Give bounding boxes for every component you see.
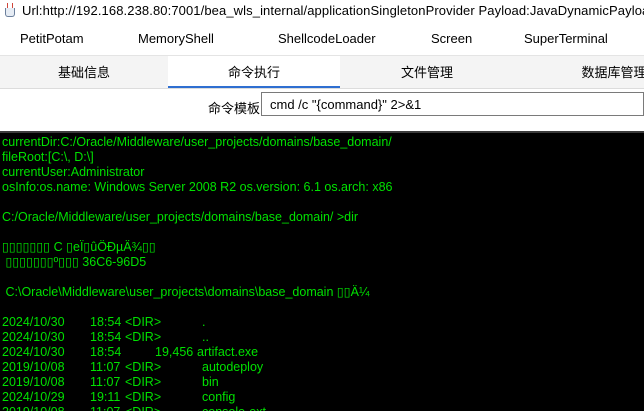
dir-entry-name: config	[202, 390, 236, 404]
dir-entry-date: 2019/10/08	[2, 375, 65, 389]
tab-label: 数据库管理	[581, 64, 644, 80]
dir-entry-row: 2019/10/08 11:07 <DIR> autodeploy	[0, 360, 644, 375]
dir-entry-date: 2019/10/08	[2, 405, 65, 411]
dir-entry-row: 2024/10/30 18:54 <DIR>..	[0, 330, 644, 345]
dir-entry-time: 11:07	[90, 360, 121, 374]
dir-entry-time: 18:54	[90, 315, 122, 329]
dir-entry-name: artifact.exe	[197, 345, 259, 359]
coffee-cup-icon	[2, 3, 16, 17]
tab-file-manager[interactable]: 文件管理	[340, 56, 514, 86]
dir-entry-date: 2024/10/30	[2, 330, 65, 344]
dir-entry-name: console-ext	[202, 405, 266, 411]
dir-entry-type: <DIR>	[125, 405, 161, 411]
console-output[interactable]: currentDir:C:/Oracle/Middleware/user_pro…	[0, 131, 644, 411]
dir-entry-type: <DIR>	[125, 330, 162, 344]
dir-entry-time: 11:07	[90, 375, 121, 389]
dir-entry-type: <DIR>	[125, 315, 162, 329]
main-tab-bar: 基础信息 命令执行 文件管理 数据库管理	[0, 55, 644, 89]
command-template-label: 命令模板	[208, 101, 261, 116]
console-line: ▯▯▯▯▯▯▯ C ▯eÏ▯ûÖÐµÄ¾▯▯	[2, 240, 156, 254]
menu-item-petitpotam[interactable]: PetitPotam	[20, 31, 84, 46]
dir-entry-type: <DIR>	[125, 390, 162, 404]
console-line: osInfo:os.name: Windows Server 2008 R2 o…	[2, 180, 393, 194]
menu-item-superterminal[interactable]: SuperTerminal	[524, 31, 608, 46]
dir-entry-date: 2024/10/30	[2, 345, 65, 359]
window-title: Url:http://192.168.238.80:7001/bea_wls_i…	[22, 2, 644, 18]
dir-entry-time: 18:54	[90, 345, 122, 359]
tab-basic-info[interactable]: 基础信息	[0, 56, 168, 86]
dir-entry-size: 19,456	[155, 345, 194, 359]
tab-label: 基础信息	[57, 64, 110, 80]
dir-entry-name: bin	[202, 375, 219, 389]
dir-entry-date: 2019/10/08	[2, 360, 65, 374]
dir-entry-time: 19:11	[90, 390, 121, 404]
console-line: ▯▯▯▯▯▯▯º▯▯▯ 36C6-96D5	[2, 255, 147, 269]
dir-entry-type: <DIR>	[125, 360, 162, 374]
dir-entry-time: 18:54	[90, 330, 122, 344]
tab-label: 命令执行	[227, 64, 280, 80]
dir-entry-time: 11:07	[90, 405, 120, 411]
console-line: C:/Oracle/Middleware/user_projects/domai…	[2, 210, 359, 224]
command-template-row: 命令模板	[0, 90, 644, 130]
console-line: currentUser:Administrator	[2, 165, 145, 179]
menu-item-shellcodeloader[interactable]: ShellcodeLoader	[278, 31, 376, 46]
command-template-input[interactable]	[261, 92, 644, 116]
console-line: C:\Oracle\Middleware\user_projects\domai…	[2, 285, 370, 299]
dir-entry-type: <DIR>	[125, 375, 162, 389]
dir-entry-date: 2024/10/29	[2, 390, 65, 404]
dir-entry-date: 2024/10/30	[2, 315, 65, 329]
console-line: fileRoot:[C:\, D:\]	[2, 150, 94, 164]
title-bar: Url:http://192.168.238.80:7001/bea_wls_i…	[0, 0, 644, 20]
dir-entry-name: .	[202, 315, 206, 329]
dir-entry-name: autodeploy	[202, 360, 264, 374]
tab-database-manager[interactable]: 数据库管理	[514, 56, 644, 86]
dir-entry-name: ..	[202, 330, 209, 344]
dir-entry-row: 2024/10/30 18:54 <DIR>.	[0, 315, 644, 330]
dir-entry-row: 2019/10/08 11:07 <DIR> console-ext	[0, 405, 644, 411]
menu-item-memoryshell[interactable]: MemoryShell	[138, 31, 214, 46]
dir-entry-row: 2024/10/29 19:11 <DIR> config	[0, 390, 644, 405]
plugin-menu-bar: PetitPotam MemoryShell ShellcodeLoader S…	[0, 26, 644, 52]
menu-item-screen[interactable]: Screen	[431, 31, 472, 46]
tab-command-exec[interactable]: 命令执行	[168, 56, 340, 88]
app-window: Url:http://192.168.238.80:7001/bea_wls_i…	[0, 0, 644, 411]
dir-entry-row: 2024/10/30 18:54 19,456 artifact.exe	[0, 345, 644, 360]
dir-entry-row: 2019/10/08 11:07 <DIR> bin	[0, 375, 644, 390]
tab-label: 文件管理	[400, 64, 453, 80]
console-line: currentDir:C:/Oracle/Middleware/user_pro…	[2, 135, 392, 149]
